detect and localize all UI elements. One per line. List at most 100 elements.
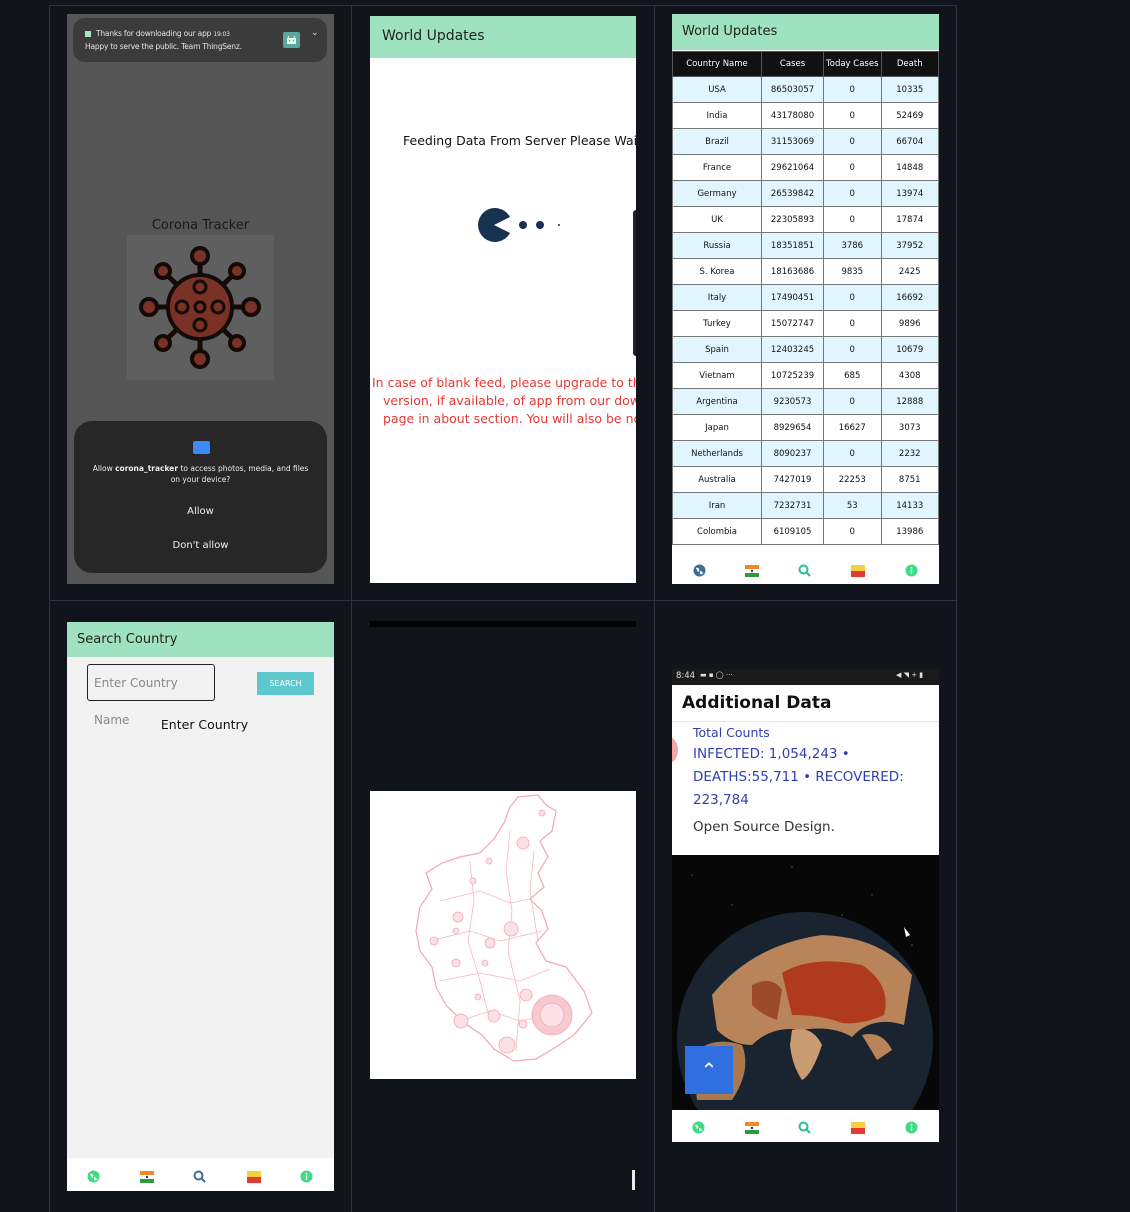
- search-icon[interactable]: [798, 1119, 811, 1138]
- splash-screenshot: Thanks for downloading our app 19:03 Hap…: [67, 14, 334, 584]
- permission-message: Allow corona_tracker to access photos, m…: [92, 464, 309, 484]
- bottom-nav: [672, 1110, 939, 1142]
- page-title: Search Country: [77, 632, 178, 647]
- info-icon[interactable]: [905, 1119, 918, 1138]
- open-source-label: Open Source Design.: [693, 819, 835, 835]
- table-row[interactable]: Australia 7427019 22253 8751: [672, 466, 939, 493]
- karnataka-flag-icon[interactable]: [247, 1168, 261, 1187]
- table-row[interactable]: Argentina 9230573 0 12888: [672, 388, 939, 415]
- page-title: World Updates: [382, 28, 485, 44]
- grid-divider: [49, 600, 957, 601]
- table-row[interactable]: Brazil 31153069 0 66704: [672, 128, 939, 155]
- divider: [672, 721, 939, 722]
- scroll-up-button[interactable]: ⌃: [685, 1046, 733, 1094]
- app-bar: Search Country: [67, 622, 334, 657]
- india-flag-icon[interactable]: [140, 1168, 154, 1187]
- folder-icon: [193, 441, 210, 454]
- page-title: World Updates: [682, 24, 778, 39]
- grid-divider: [654, 5, 655, 1212]
- india-flag-icon[interactable]: [745, 1119, 759, 1138]
- virus-logo: [127, 235, 274, 380]
- table-row[interactable]: India 43178080 0 52469: [672, 102, 939, 129]
- loading-screenshot: World Updates Feeding Data From Server P…: [370, 16, 636, 583]
- deny-button[interactable]: Don't allow: [74, 540, 327, 551]
- device-top-bar: [370, 621, 636, 627]
- grid-divider: [351, 5, 352, 1212]
- bottom-nav: [672, 554, 939, 584]
- karnataka-flag-icon[interactable]: [851, 1119, 865, 1138]
- grid-divider: [956, 5, 957, 1212]
- column-header[interactable]: Country Name: [672, 51, 762, 77]
- chevron-up-icon: ⌃: [700, 1058, 718, 1082]
- search-icon[interactable]: [193, 1168, 206, 1187]
- column-header[interactable]: Cases: [760, 51, 825, 77]
- table-row[interactable]: Spain 12403245 0 10679: [672, 336, 939, 363]
- column-header[interactable]: Today Cases: [823, 51, 882, 77]
- grid-divider: [49, 5, 50, 1212]
- grid-divider: [49, 5, 957, 6]
- chevron-down-icon[interactable]: ⌄: [311, 28, 319, 38]
- recovered-stat: 223,784: [693, 792, 749, 808]
- table-row[interactable]: France 29621064 0 14848: [672, 154, 939, 181]
- download-notification[interactable]: Thanks for downloading our app 19:03 Hap…: [73, 18, 327, 62]
- android-icon: [283, 32, 300, 48]
- table-row[interactable]: Iran 7232731 53 14133: [672, 492, 939, 519]
- page-title: Additional Data: [682, 693, 832, 713]
- notification-icons: ▬ ▪ ◯ ···: [700, 671, 733, 679]
- additional-data-panel: Additional Data Total Counts INFECTED: 1…: [672, 685, 939, 855]
- allow-button[interactable]: Allow: [74, 506, 327, 517]
- info-icon[interactable]: [300, 1168, 313, 1187]
- text-cursor: [632, 1170, 635, 1190]
- country-search-input[interactable]: Enter Country Name: [87, 664, 215, 727]
- india-flag-icon[interactable]: [745, 562, 759, 581]
- karnataka-flag-icon[interactable]: [851, 562, 865, 581]
- notification-title: Thanks for downloading our app: [96, 29, 212, 38]
- app-bar: World Updates: [370, 16, 636, 58]
- loading-dot: [558, 224, 560, 226]
- table-row[interactable]: UK 22305893 0 17874: [672, 206, 939, 233]
- status-time: 8:44: [676, 671, 696, 681]
- permission-dialog: Allow corona_tracker to access photos, m…: [74, 421, 327, 573]
- globe-icon[interactable]: [693, 562, 706, 581]
- table-row[interactable]: S. Korea 18163686 9835 2425: [672, 258, 939, 285]
- app-title: Corona Tracker: [151, 218, 250, 233]
- info-icon[interactable]: [905, 562, 918, 581]
- table-row[interactable]: Japan 8929654 16627 3073: [672, 414, 939, 441]
- signal-icons: ◀ ◥ + ▮: [896, 671, 924, 679]
- search-screenshot: Search Country Enter Country Name SEARCH…: [67, 622, 334, 1191]
- loading-message: Feeding Data From Server Please Wait..: [403, 133, 636, 148]
- karnataka-map: [370, 791, 636, 1079]
- search-result-label: Enter Country: [160, 717, 249, 732]
- upgrade-notice: In case of blank feed, please upgrade to…: [372, 375, 636, 426]
- table-row[interactable]: Netherlands 8090237 0 2232: [672, 440, 939, 467]
- globe-icon[interactable]: [692, 1119, 705, 1138]
- additional-data-screenshot: 8:44 ▬ ▪ ◯ ··· ◀ ◥ + ▮ Additional Data T…: [672, 669, 939, 1142]
- bottom-nav: [67, 1158, 334, 1191]
- world-updates-screenshot: World Updates Country Name Cases Today C…: [672, 14, 939, 584]
- column-header[interactable]: Death: [880, 51, 939, 77]
- search-icon[interactable]: [798, 562, 811, 581]
- marker-circle: [672, 737, 678, 763]
- infected-stat: INFECTED: 1,054,243 •: [693, 746, 850, 762]
- loading-spinner-icon: [476, 207, 512, 243]
- status-bar: 8:44 ▬ ▪ ◯ ··· ◀ ◥ + ▮: [672, 669, 939, 685]
- loading-dot: [519, 221, 527, 229]
- device-edge: [633, 210, 636, 356]
- table-row[interactable]: Germany 26539842 0 13974: [672, 180, 939, 207]
- notification-body: Happy to serve the public. Team ThingSen…: [85, 42, 242, 51]
- world-table: Country Name Cases Today Cases Death USA…: [672, 51, 939, 545]
- table-row[interactable]: Vietnam 10725239 685 4308: [672, 362, 939, 389]
- table-row[interactable]: USA 86503057 0 10335: [672, 76, 939, 103]
- notification-time: 19:03: [213, 31, 230, 38]
- globe-icon[interactable]: [87, 1168, 100, 1187]
- total-counts-label: Total Counts: [693, 725, 770, 740]
- search-button[interactable]: SEARCH: [257, 672, 314, 695]
- table-row[interactable]: Italy 17490451 0 16692: [672, 284, 939, 311]
- deaths-stat: DEATHS:55,711 • RECOVERED:: [693, 769, 904, 785]
- app-notification-icon: [85, 31, 91, 37]
- app-bar: World Updates: [672, 14, 939, 50]
- loading-dot: [536, 221, 544, 229]
- table-row[interactable]: Russia 18351851 3786 37952: [672, 232, 939, 259]
- table-row[interactable]: Turkey 15072747 0 9896: [672, 310, 939, 337]
- table-row[interactable]: Colombia 6109105 0 13986: [672, 518, 939, 545]
